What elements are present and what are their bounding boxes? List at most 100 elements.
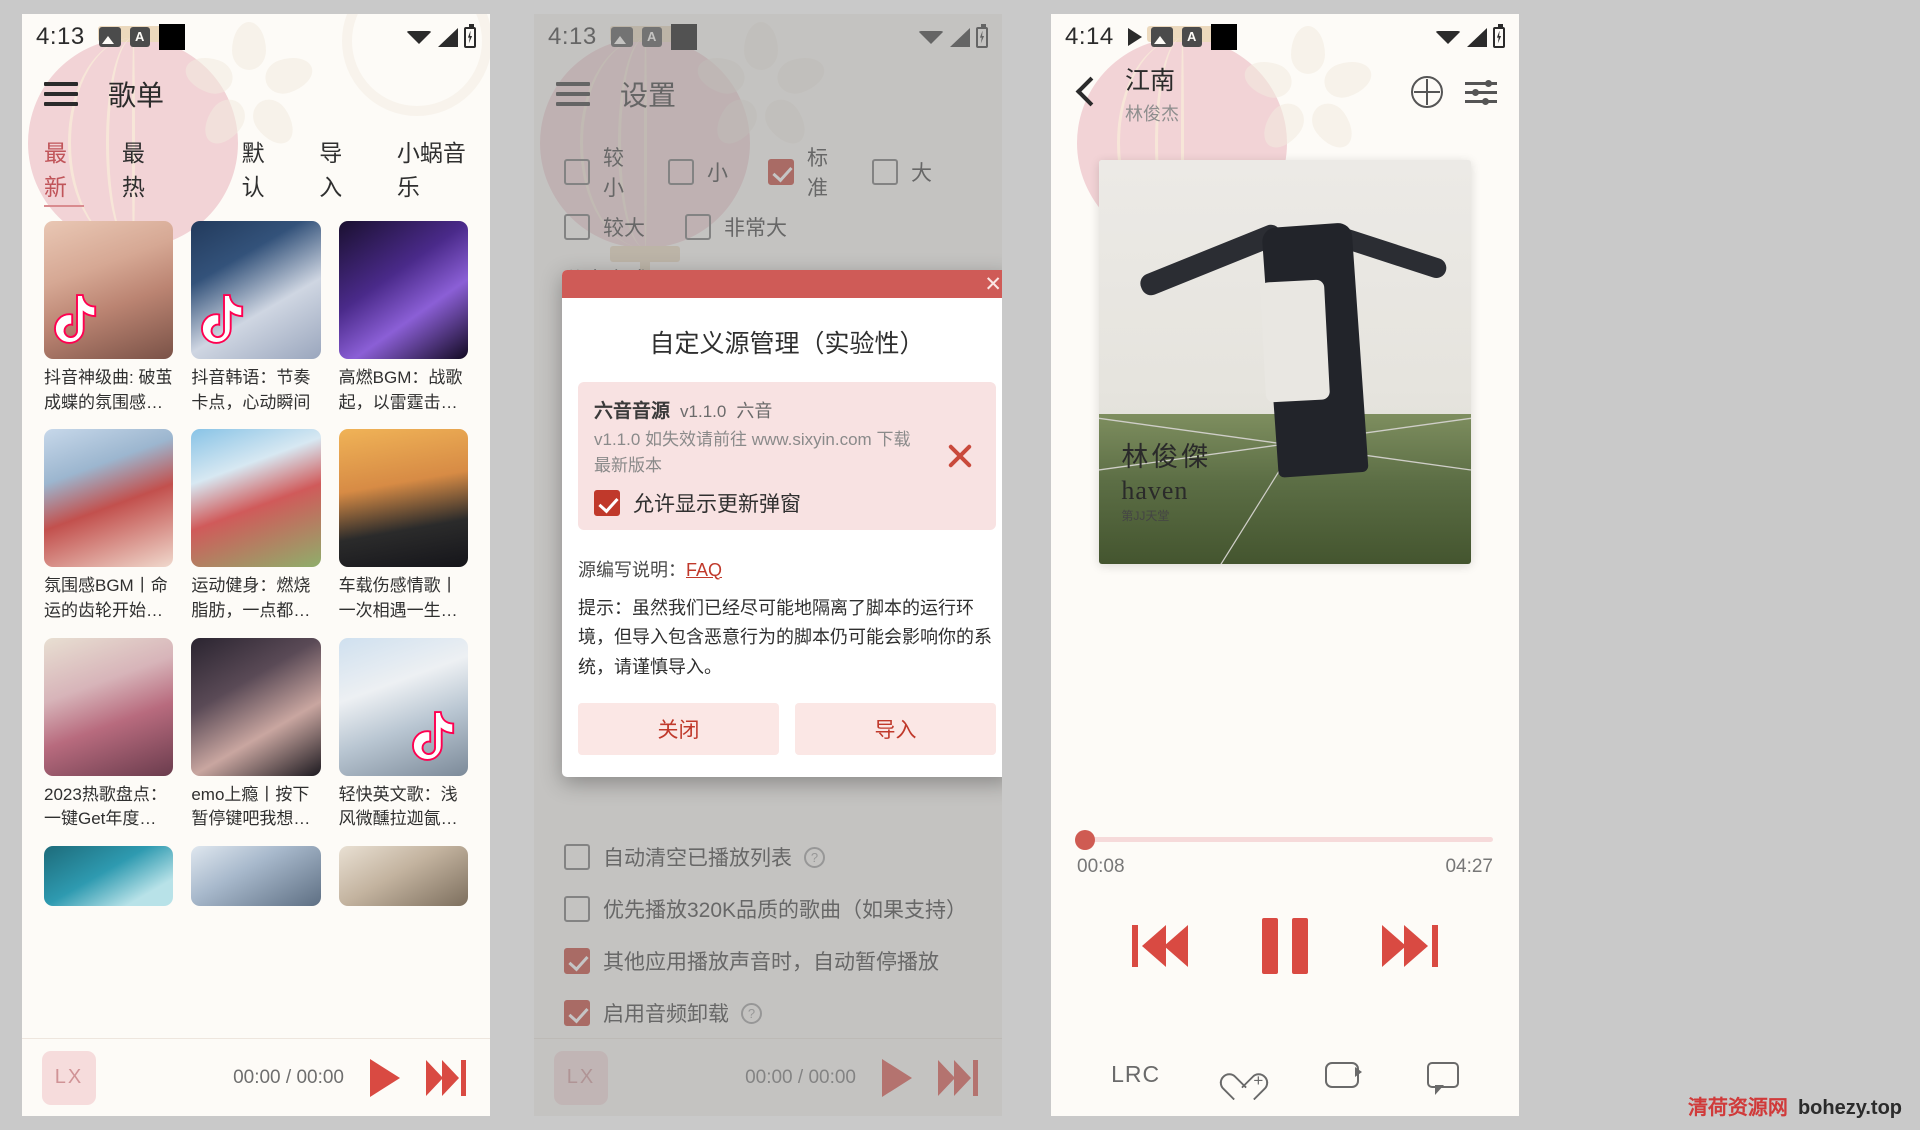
black-square-icon (1210, 24, 1237, 50)
next-icon[interactable] (426, 1059, 466, 1096)
play-icon[interactable] (370, 1058, 400, 1097)
now-playing-title: 江南 (1125, 67, 1176, 95)
list-item[interactable]: 氛围感BGM丨命运的齿轮开始转动 (44, 429, 174, 623)
list-item-title: 氛围感BGM丨命运的齿轮开始转动 (44, 576, 168, 620)
player-bottom-bar: LRC + (1051, 1061, 1519, 1095)
battery-icon (1493, 23, 1505, 48)
seek-knob[interactable] (1075, 829, 1096, 850)
repeat-icon[interactable] (1324, 1061, 1362, 1088)
tab-default[interactable]: 默认 (242, 134, 278, 207)
a-icon: A (1181, 27, 1202, 47)
list-item[interactable]: emo上瘾丨按下暂停键吧我想缓缓 (191, 637, 321, 832)
source-name: 六音音源 (594, 401, 671, 422)
black-square-icon (158, 24, 185, 50)
next-icon[interactable] (1382, 925, 1438, 967)
previous-icon[interactable] (1132, 925, 1188, 967)
wifi-icon (406, 30, 432, 44)
page-title: 歌单 (108, 80, 165, 111)
tabs-row: 最新 最热 默认 导入 小蜗音乐 (22, 120, 490, 217)
pause-icon[interactable] (1262, 918, 1308, 974)
playlist-thumbnail (44, 845, 174, 906)
image-icon (98, 27, 121, 47)
option-allow-update-popup[interactable]: 允许显示更新弹窗 (594, 488, 980, 518)
album-cover-wrap: 林俊傑 haven 第JJ天堂 (1099, 160, 1471, 564)
playlist-thumbnail (338, 429, 468, 568)
transport-controls (1051, 918, 1519, 974)
list-item[interactable] (338, 845, 468, 906)
checkbox[interactable] (594, 489, 620, 516)
tab-import[interactable]: 导入 (319, 134, 355, 207)
tab-xiaowo-music[interactable]: 小蜗音乐 (397, 134, 468, 207)
remove-icon[interactable] (944, 440, 976, 472)
dialog-title: 自定义源管理（实验性） (649, 330, 925, 358)
custom-source-dialog: ✕ 自定义源管理（实验性） 六音音源 v1.1.0 六音 v1.1.0 如失效请前往… (562, 270, 1002, 777)
list-item[interactable]: 高燃BGM：战歌起，以雷霆击碎黑暗！ (338, 221, 468, 415)
comment-icon[interactable] (1426, 1061, 1459, 1095)
app-logo: LX (42, 1050, 96, 1105)
album-cover: 林俊傑 haven 第JJ天堂 (1099, 160, 1471, 564)
playlist-thumbnail (191, 221, 321, 359)
watermark-text-1: 清荷资源网 (1687, 1097, 1788, 1119)
list-item-title: 抖音神级曲: 破茧成蝶的氛围感浪漫 (44, 368, 173, 412)
back-chevron-icon[interactable] (1073, 78, 1099, 104)
list-item[interactable]: 抖音韩语：节奏卡点，心动瞬间 (191, 221, 321, 415)
player-app-bar: 江南 林俊杰 (1051, 60, 1519, 126)
cover-subtitle: 第JJ天堂 (1121, 508, 1170, 523)
faq-row: 源编写说明：FAQ (578, 556, 996, 582)
playlist-grid: 抖音神级曲: 破茧成蝶的氛围感浪漫 抖音韩语：节奏卡点，心动瞬间 高燃BGM：战… (22, 217, 490, 906)
status-time: 4:13 (36, 23, 85, 50)
mini-player-time: 00:00 / 00:00 (233, 1066, 344, 1088)
dialog-actions: 关闭 导入 (562, 683, 1002, 777)
source-header: 六音音源 v1.1.0 六音 (594, 396, 980, 423)
watermark: 清荷资源网 bohezy.top (1688, 1091, 1902, 1120)
cover-artist-cn: 林俊傑 (1121, 441, 1212, 472)
tiktok-icon (201, 294, 244, 344)
dialog-title-bar: ✕ (562, 270, 1002, 298)
list-item[interactable]: 抖音神级曲: 破茧成蝶的氛围感浪漫 (44, 221, 174, 415)
list-item-title: 2023热歌盘点：一键Get年度回忆录 (44, 784, 167, 829)
play-small-icon (1127, 28, 1142, 46)
seek-bar[interactable] (1075, 829, 1493, 850)
playlist-thumbnail (191, 637, 321, 776)
source-description: v1.1.0 如失效请前往 www.sixyin.com 下载最新版本 (594, 430, 911, 476)
import-button[interactable]: 导入 (795, 702, 996, 755)
list-item[interactable]: 运动健身：燃烧脂肪，一点都不会累 (191, 429, 321, 623)
list-item[interactable]: 车载伤感情歌丨一次相遇一生的回忆 (338, 429, 468, 623)
list-item[interactable]: 轻快英文歌：浅风微醺拉迦氤氲氛围 (338, 637, 468, 832)
playlist-thumbnail (191, 429, 321, 568)
source-author: 六音 (736, 401, 773, 421)
source-version: v1.1.0 (680, 402, 727, 421)
faq-link[interactable]: FAQ (686, 560, 722, 580)
watermark-text-2: bohezy.top (1797, 1097, 1902, 1119)
lyrics-icon[interactable]: LRC (1111, 1061, 1160, 1088)
list-item[interactable] (44, 845, 174, 906)
faq-label: 源编写说明： (578, 559, 686, 580)
seek-zone: 00:08 04:27 (1075, 829, 1493, 878)
tab-hottest[interactable]: 最热 (122, 134, 162, 207)
a-icon: A (129, 27, 150, 47)
globe-icon[interactable] (1411, 76, 1443, 108)
list-item-title: emo上瘾丨按下暂停键吧我想缓缓 (191, 784, 311, 829)
tiktok-icon (412, 710, 455, 761)
hamburger-icon[interactable] (44, 82, 78, 106)
mini-player: LX 00:00 / 00:00 (22, 1038, 490, 1116)
list-item-title: 高燃BGM：战歌起，以雷霆击碎黑暗！ (338, 368, 463, 412)
signal-icon (1467, 27, 1487, 47)
list-item-title: 车载伤感情歌丨一次相遇一生的回忆 (338, 576, 458, 620)
phone-screen-player: 4:14 A 江南 林俊杰 林俊傑 haven 第JJ天堂 00:08 04:2… (1051, 14, 1519, 1116)
playlist-thumbnail (191, 845, 321, 906)
list-item[interactable]: 2023热歌盘点：一键Get年度回忆录 (44, 637, 174, 832)
list-item-title: 轻快英文歌：浅风微醺拉迦氤氲氛围 (338, 784, 458, 829)
playlist-thumbnail (338, 221, 468, 359)
list-item[interactable] (191, 845, 321, 906)
total-time: 04:27 (1445, 856, 1493, 877)
heart-plus-icon[interactable]: + (1228, 1062, 1263, 1090)
app-bar: 歌单 (22, 60, 490, 120)
cover-artist-en: haven (1121, 475, 1189, 505)
phone-screen-playlists: 4:13 A 歌单 最新 最热 默认 导入 小蜗音乐 抖音神级曲: 破茧成蝶的氛… (22, 14, 490, 1116)
tab-latest[interactable]: 最新 (44, 134, 84, 207)
playlist-thumbnail (338, 637, 468, 776)
close-icon[interactable]: ✕ (984, 274, 1002, 295)
close-button[interactable]: 关闭 (578, 702, 779, 755)
equalizer-icon[interactable] (1465, 76, 1497, 108)
